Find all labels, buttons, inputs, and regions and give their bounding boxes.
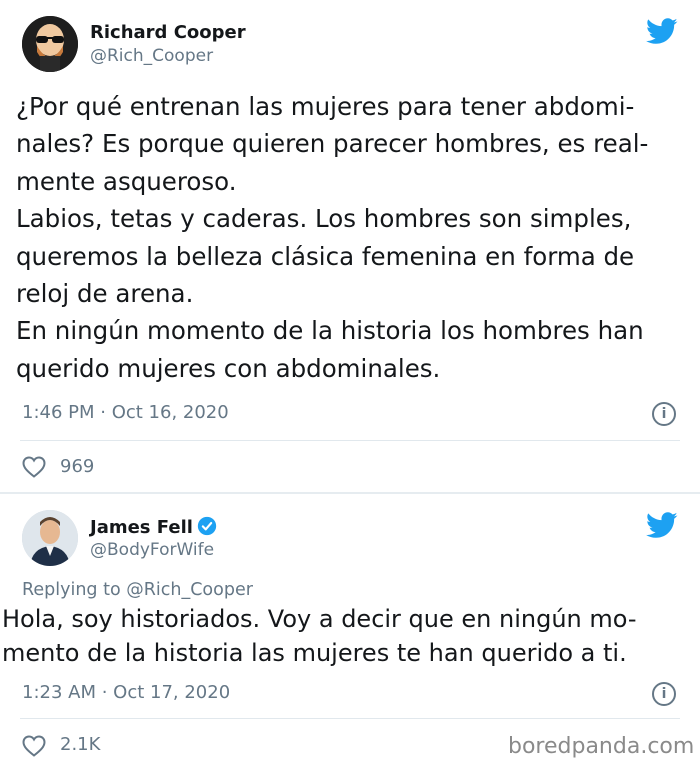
like-count[interactable]: 969 (60, 456, 94, 477)
tweet-timestamp[interactable]: 1:46 PM · Oct 16, 2020 (22, 402, 229, 423)
twitter-bird-icon[interactable] (646, 18, 678, 45)
watermark: boredpanda.com (508, 734, 695, 759)
heart-icon[interactable] (22, 735, 46, 757)
user-avatar[interactable] (22, 510, 78, 566)
tweet-timestamp[interactable]: 1:23 AM · Oct 17, 2020 (22, 682, 230, 703)
twitter-bird-icon[interactable] (646, 512, 678, 539)
user-avatar[interactable] (22, 16, 78, 72)
info-icon[interactable]: i (652, 402, 676, 426)
user-handle[interactable]: @Rich_Cooper (90, 46, 213, 66)
verified-badge-icon (197, 516, 217, 536)
tweet-text: Hola, soy historiados. Voy a decir que e… (2, 605, 637, 667)
tweet-card-2: James Fell @BodyForWife Replying to @Ric… (0, 494, 700, 774)
display-name-text[interactable]: James Fell (90, 517, 193, 538)
replying-to[interactable]: Replying to @Rich_Cooper (22, 580, 253, 600)
heart-icon[interactable] (22, 456, 46, 478)
divider (20, 440, 680, 441)
tweet-text: ¿Por qué entrenan las mujeres para tener… (16, 92, 649, 383)
user-handle[interactable]: @BodyForWife (90, 540, 214, 560)
tweet-card-1: Richard Cooper @Rich_Cooper ¿Por qué ent… (0, 0, 700, 492)
display-name[interactable]: James Fell (90, 516, 217, 538)
info-icon[interactable]: i (652, 682, 676, 706)
display-name[interactable]: Richard Cooper (90, 22, 246, 43)
divider (20, 718, 680, 719)
like-count[interactable]: 2.1K (60, 734, 100, 755)
